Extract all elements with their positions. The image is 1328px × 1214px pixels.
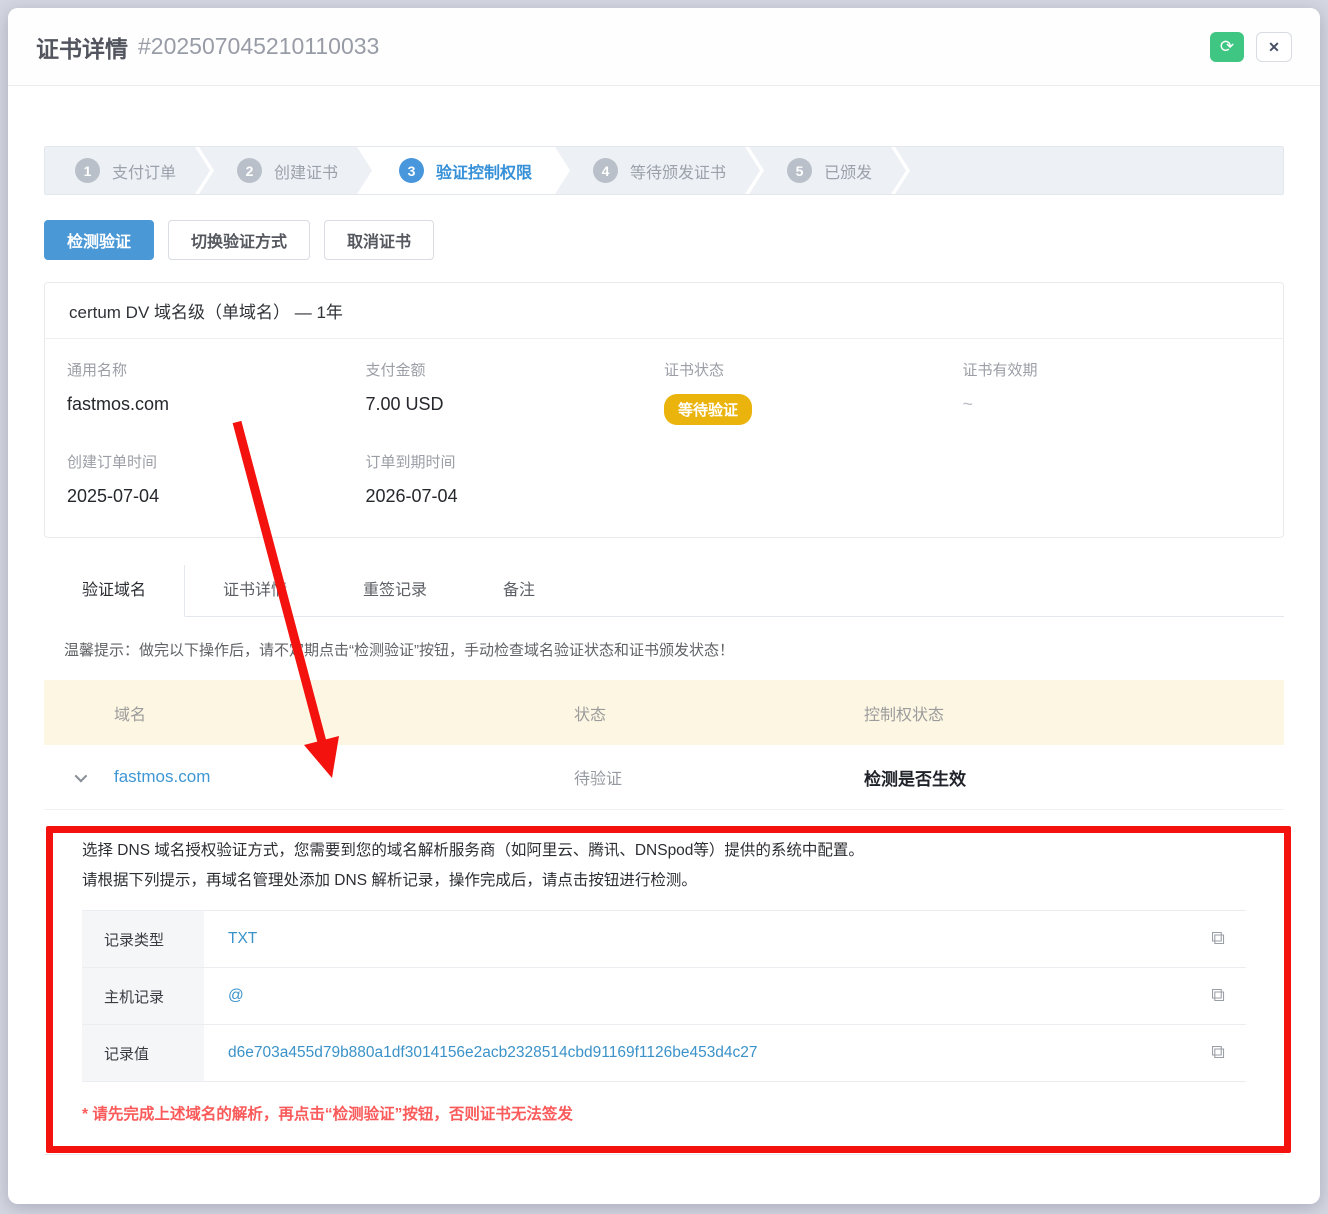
copy-icon: ⧉ <box>1211 985 1225 1006</box>
dns-record-label: 记录类型 <box>82 911 204 967</box>
step-number-badge: 2 <box>237 158 262 183</box>
tab-verify-domain[interactable]: 验证域名 <box>44 565 185 617</box>
dns-row-host-record: 主机记录 @ ⧉ <box>82 968 1246 1025</box>
header-domain: 域名 <box>114 701 574 725</box>
field-label: 证书有效期 <box>963 359 1262 380</box>
step-wait-issue: 4 等待颁发证书 <box>555 147 760 194</box>
certificate-fields: 通用名称 fastmos.com 支付金额 7.00 USD 证书状态 等待验证… <box>45 339 1283 537</box>
toolbar: 检测验证 切换验证方式 取消证书 <box>44 220 1284 260</box>
refresh-icon: ⟳ <box>1220 37 1234 56</box>
field-value: 7.00 USD <box>366 394 665 415</box>
field-cert-status: 证书状态 等待验证 <box>664 359 963 425</box>
domain-table-header: 域名 状态 控制权状态 <box>44 680 1284 745</box>
order-number: #202507045210110033 <box>138 33 379 60</box>
field-cert-validity: 证书有效期 ~ <box>963 359 1262 425</box>
field-value: ~ <box>963 394 1262 415</box>
certificate-info-card: certum DV 域名级（单域名） — 1年 通用名称 fastmos.com… <box>44 282 1284 538</box>
step-label: 验证控制权限 <box>436 159 532 183</box>
field-label: 订单到期时间 <box>366 451 665 472</box>
chevron-down-icon[interactable] <box>74 769 87 782</box>
dns-warning-text: * 请先完成上述域名的解析，再点击“检测验证”按钮，否则证书无法签发 <box>82 1102 1246 1124</box>
refresh-button[interactable]: ⟳ <box>1210 32 1244 62</box>
domain-link[interactable]: fastmos.com <box>114 767 574 787</box>
table-row: fastmos.com 待验证 检测是否生效 <box>44 745 1284 810</box>
step-number-badge: 5 <box>787 158 812 183</box>
step-create-cert: 2 创建证书 <box>199 147 372 194</box>
dns-record-label: 主机记录 <box>82 968 204 1024</box>
step-label: 等待颁发证书 <box>630 159 726 183</box>
modal-body: 1 支付订单 2 创建证书 3 验证控制权限 4 等待颁发证书 5 已颁发 <box>8 86 1320 1155</box>
close-icon: ✕ <box>1268 39 1280 55</box>
cancel-certificate-button[interactable]: 取消证书 <box>324 220 434 260</box>
step-issued: 5 已颁发 <box>749 147 906 194</box>
step-label: 已颁发 <box>824 159 872 183</box>
header-actions: ⟳ ✕ <box>1210 32 1292 62</box>
detail-tabs: 验证域名 证书详情 重签记录 备注 <box>44 565 1284 617</box>
domain-table: 域名 状态 控制权状态 fastmos.com 待验证 检测是否生效 <box>44 680 1284 810</box>
certificate-detail-modal: 证书详情 #202507045210110033 ⟳ ✕ 1 支付订单 2 创建… <box>8 8 1320 1204</box>
field-value: fastmos.com <box>67 394 366 415</box>
field-value: 2026-07-04 <box>366 486 665 507</box>
step-number-badge: 4 <box>593 158 618 183</box>
copy-host-record-button[interactable]: ⧉ <box>1190 985 1246 1007</box>
check-verification-button[interactable]: 检测验证 <box>44 220 154 260</box>
dns-record-table: 记录类型 TXT ⧉ 主机记录 @ ⧉ 记录值 d6e703a455d79b88… <box>82 910 1246 1082</box>
copy-icon: ⧉ <box>1211 1042 1225 1063</box>
dns-record-value: TXT <box>204 930 1190 948</box>
dns-record-value: d6e703a455d79b880a1df3014156e2acb2328514… <box>204 1044 1190 1062</box>
field-value: 2025-07-04 <box>67 486 366 507</box>
switch-verification-method-button[interactable]: 切换验证方式 <box>168 220 310 260</box>
tab-reissue-records[interactable]: 重签记录 <box>325 565 465 617</box>
step-pay-order: 1 支付订单 <box>45 147 210 194</box>
dns-row-record-type: 记录类型 TXT ⧉ <box>82 911 1246 968</box>
step-label: 创建证书 <box>274 159 338 183</box>
step-number-badge: 3 <box>399 158 424 183</box>
close-button[interactable]: ✕ <box>1256 32 1292 62</box>
header-status: 状态 <box>574 701 864 725</box>
step-number-badge: 1 <box>75 158 100 183</box>
tab-remarks[interactable]: 备注 <box>465 565 573 617</box>
wizard-filler <box>895 147 1283 194</box>
step-verify-control: 3 验证控制权限 <box>361 147 566 194</box>
field-order-created: 创建订单时间 2025-07-04 <box>67 451 366 507</box>
modal-header: 证书详情 #202507045210110033 ⟳ ✕ <box>8 8 1320 86</box>
field-common-name: 通用名称 fastmos.com <box>67 359 366 425</box>
field-label: 支付金额 <box>366 359 665 380</box>
control-status: 检测是否生效 <box>864 765 1284 790</box>
step-label: 支付订单 <box>112 159 176 183</box>
tab-cert-details[interactable]: 证书详情 <box>185 565 325 617</box>
notice-text: 温馨提示：做完以下操作后，请不定期点击“检测验证”按钮，手动检查域名验证状态和证… <box>44 617 1284 680</box>
copy-record-type-button[interactable]: ⧉ <box>1190 928 1246 950</box>
field-payment-amount: 支付金额 7.00 USD <box>366 359 665 425</box>
field-label: 创建订单时间 <box>67 451 366 472</box>
dns-row-record-value: 记录值 d6e703a455d79b880a1df3014156e2acb232… <box>82 1025 1246 1082</box>
dns-verification-panel: 选择 DNS 域名授权验证方式，您需要到您的域名解析服务商（如阿里云、腾讯、DN… <box>44 810 1284 1155</box>
field-label: 证书状态 <box>664 359 963 380</box>
field-label: 通用名称 <box>67 359 366 380</box>
copy-icon: ⧉ <box>1211 928 1225 949</box>
tabs-filler <box>573 565 1284 617</box>
domain-status: 待验证 <box>574 765 864 789</box>
expand-cell <box>44 773 114 782</box>
copy-record-value-button[interactable]: ⧉ <box>1190 1042 1246 1064</box>
page-title: 证书详情 <box>36 30 128 64</box>
step-wizard: 1 支付订单 2 创建证书 3 验证控制权限 4 等待颁发证书 5 已颁发 <box>44 146 1284 195</box>
field-order-expiry: 订单到期时间 2026-07-04 <box>366 451 665 507</box>
product-title: certum DV 域名级（单域名） — 1年 <box>45 283 1283 339</box>
status-badge: 等待验证 <box>664 394 752 425</box>
header-control-status: 控制权状态 <box>864 701 1284 725</box>
dns-record-label: 记录值 <box>82 1025 204 1081</box>
dns-intro-line2: 请根据下列提示，再域名管理处添加 DNS 解析记录，操作完成后，请点击按钮进行检… <box>82 866 1246 896</box>
dns-intro-line1: 选择 DNS 域名授权验证方式，您需要到您的域名解析服务商（如阿里云、腾讯、DN… <box>82 836 1246 866</box>
dns-record-value: @ <box>204 987 1190 1005</box>
